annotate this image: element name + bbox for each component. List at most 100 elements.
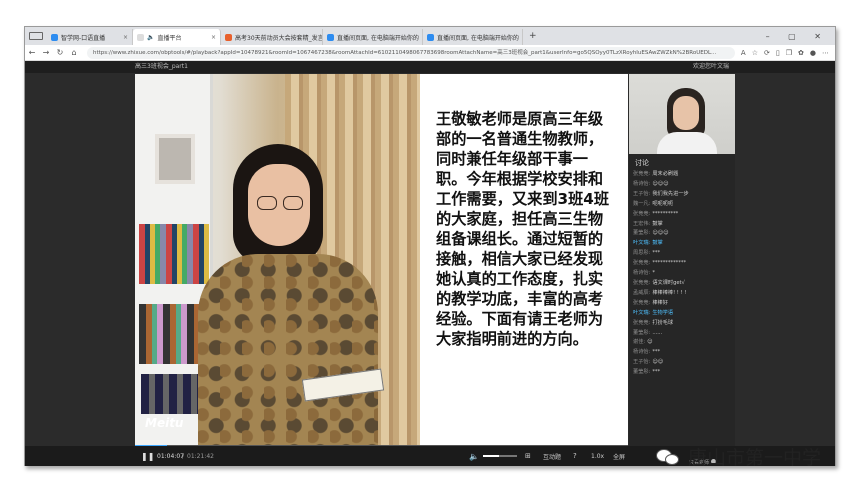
close-icon[interactable]: ×: [207, 34, 216, 41]
tab-favicon-icon: [225, 33, 232, 41]
chat-user: 董莹彤:: [633, 329, 651, 336]
chat-message: 叶文瑞: 鼓掌: [633, 239, 733, 249]
extensions-icon[interactable]: ✿: [798, 49, 804, 57]
tab-favicon-icon: [137, 33, 144, 41]
chat-user: 王宏伟:: [633, 220, 651, 227]
chat-user: 叶文瑞:: [633, 309, 651, 316]
tab-label: 直播间页面, 在电脑端开始你的: [337, 34, 419, 42]
chat-text: 棒棒棒棒! ! ! !: [652, 289, 687, 296]
tab-1[interactable]: 智学网-口语直播 ×: [47, 29, 133, 45]
chat-list[interactable]: 张竞竞: 周末必刷题 杨诗怡: 😊😊😊 王子怡: 我们我先进一步 魏一凡: 呃呃呃呃 张竞竞: *…: [633, 170, 733, 378]
chat-text: 😊😊: [652, 359, 664, 366]
chat-user: 王子怡:: [633, 359, 651, 366]
forward-icon[interactable]: →: [39, 48, 53, 57]
chat-message: 孟威辰: 棒棒棒棒! ! ! !: [633, 289, 733, 299]
player-header: 高三3班视会_part1 欢迎您叶文瑞: [25, 61, 835, 73]
favorite-icon[interactable]: ☆: [752, 49, 758, 57]
chat-message: 张竞竞: 周末必刷题: [633, 170, 733, 180]
interact-button[interactable]: 互动题: [543, 452, 561, 461]
chat-user: 魏一凡:: [633, 200, 651, 207]
split-icon[interactable]: ▯: [776, 49, 780, 57]
chat-text: **********: [652, 210, 679, 217]
chat-user: 孟威辰:: [633, 289, 651, 296]
chat-text: *************: [652, 260, 687, 267]
profile-icon[interactable]: ●: [810, 49, 816, 57]
chat-user: 张竞竞:: [633, 210, 651, 217]
chat-user: 董莹彤:: [633, 230, 651, 237]
slide-text: 王敬敏老师是原高三年级部的一名普通生物教师，同时兼任年级部干事一职。今年根据学校…: [436, 110, 610, 348]
chat-message: 张竞竞: **********: [633, 210, 733, 220]
read-aloud-icon[interactable]: A: [741, 49, 746, 57]
collections-icon[interactable]: ❒: [786, 49, 792, 57]
chat-message: 杨诗怡: 😊😊😊: [633, 180, 733, 190]
chat-message: 杨诗怡: *: [633, 269, 733, 279]
chat-message: 杨诗怡: ***: [633, 348, 733, 358]
pause-icon[interactable]: ❚❚: [141, 452, 154, 461]
chat-message: 王子怡: 我们我先进一步: [633, 190, 733, 200]
chat-message: 王子怡: 😊😊: [633, 358, 733, 368]
new-tab-button[interactable]: +: [529, 31, 537, 41]
chat-text: 棒棒好: [652, 299, 668, 306]
more-icon[interactable]: ⋯: [822, 49, 829, 57]
fullscreen-button[interactable]: 全屏: [613, 452, 625, 461]
tab-label: 高考30天前动员大会按套精_发言: [235, 34, 323, 42]
video-area[interactable]: Meitu 王敬敏老师是原高三年级部的一名普通生物教师，同时兼任年级部干事一职。…: [135, 74, 628, 446]
chat-text: 语文课时get√: [652, 279, 685, 286]
video-scene: Meitu: [135, 74, 420, 446]
chat-user: 王子怡:: [633, 190, 651, 197]
slide-text-panel: 王敬敏老师是原高三年级部的一名普通生物教师，同时兼任年级部干事一职。今年根据学校…: [420, 74, 628, 446]
chat-message: 周思彤: ***: [633, 249, 733, 259]
chat-text: ***: [652, 369, 661, 376]
speaker-icon: 🔈: [147, 33, 155, 41]
browser-window: 智学网-口语直播× 🔈直播平台× 高考30天前动员大会按套精_发言× 直播间页面…: [24, 26, 836, 466]
refresh-icon[interactable]: ⟳: [764, 49, 770, 57]
chat-message: 王宏伟: 鼓掌: [633, 220, 733, 230]
chat-user: 张竞竞:: [633, 319, 651, 326]
chat-user: 叶文瑞:: [633, 240, 651, 247]
toolbar-icons: A ☆ ⟳ ▯ ❒ ✿ ● ⋯: [741, 49, 835, 57]
tab-3[interactable]: 高考30天前动员大会按套精_发言×: [221, 29, 323, 45]
window-controls[interactable]: – ▢ ✕: [766, 32, 835, 41]
tab-bar: 智学网-口语直播× 🔈直播平台× 高考30天前动员大会按套精_发言× 直播间页面…: [25, 27, 835, 45]
tab-4[interactable]: 直播间页面, 在电脑端开始你的×: [323, 29, 423, 45]
layout-icon[interactable]: ⊞: [525, 452, 531, 460]
back-icon[interactable]: ←: [25, 48, 39, 57]
volume-icon[interactable]: 🔈: [469, 452, 479, 461]
video-title: 高三3班视会_part1: [135, 63, 188, 70]
chat-message: 谢佳: 😊: [633, 338, 733, 348]
chat-user: 谢佳:: [633, 339, 646, 346]
chat-user: 张竞竞:: [633, 279, 651, 286]
chat-message: 张竞竞: 打扮毛球: [633, 319, 733, 329]
chat-user: 张竞竞:: [633, 171, 651, 177]
chat-text: 鼓掌: [652, 220, 663, 227]
chat-message: 张竞竞: 语文课时get√: [633, 279, 733, 289]
chat-user: 董莹彤:: [633, 369, 651, 376]
chat-text: 生物学语: [652, 309, 674, 316]
tab-favicon-icon: [51, 33, 58, 41]
chat-text: 😊: [647, 339, 653, 346]
time-current: 01:04:07: [157, 452, 184, 460]
teacher-figure: [193, 134, 385, 446]
tab-5[interactable]: 直播间页面, 在电脑端开始你的×: [423, 29, 523, 45]
chat-message: 董莹彤: ***: [633, 368, 733, 378]
reload-icon[interactable]: ↻: [53, 48, 67, 57]
volume-slider[interactable]: [483, 455, 517, 457]
home-icon[interactable]: ⌂: [67, 48, 81, 57]
url-field[interactable]: https://www.zhixue.com/obptools/#/playba…: [87, 46, 735, 59]
address-bar: ← → ↻ ⌂ https://www.zhixue.com/obptools/…: [25, 45, 835, 61]
chat-message: 董莹彤:......: [633, 329, 733, 339]
chat-user: 周思彤:: [633, 250, 651, 257]
chat-text: 我们我先进一步: [652, 190, 689, 197]
help-icon[interactable]: ?: [573, 452, 577, 460]
teacher-camera: [629, 74, 735, 154]
window-icon[interactable]: [29, 32, 43, 40]
discussion-title: 讨论: [635, 159, 649, 167]
speed-button[interactable]: 1.0x: [591, 453, 604, 460]
close-icon[interactable]: ×: [519, 34, 522, 41]
tab-2[interactable]: 🔈 直播平台 ×: [133, 29, 221, 45]
chat-user: 杨诗怡:: [633, 349, 651, 356]
chat-text: ***: [652, 250, 661, 257]
chat-message: 张竞竞: *************: [633, 259, 733, 269]
chat-user: 杨诗怡:: [633, 180, 651, 187]
close-icon[interactable]: ×: [119, 34, 128, 41]
